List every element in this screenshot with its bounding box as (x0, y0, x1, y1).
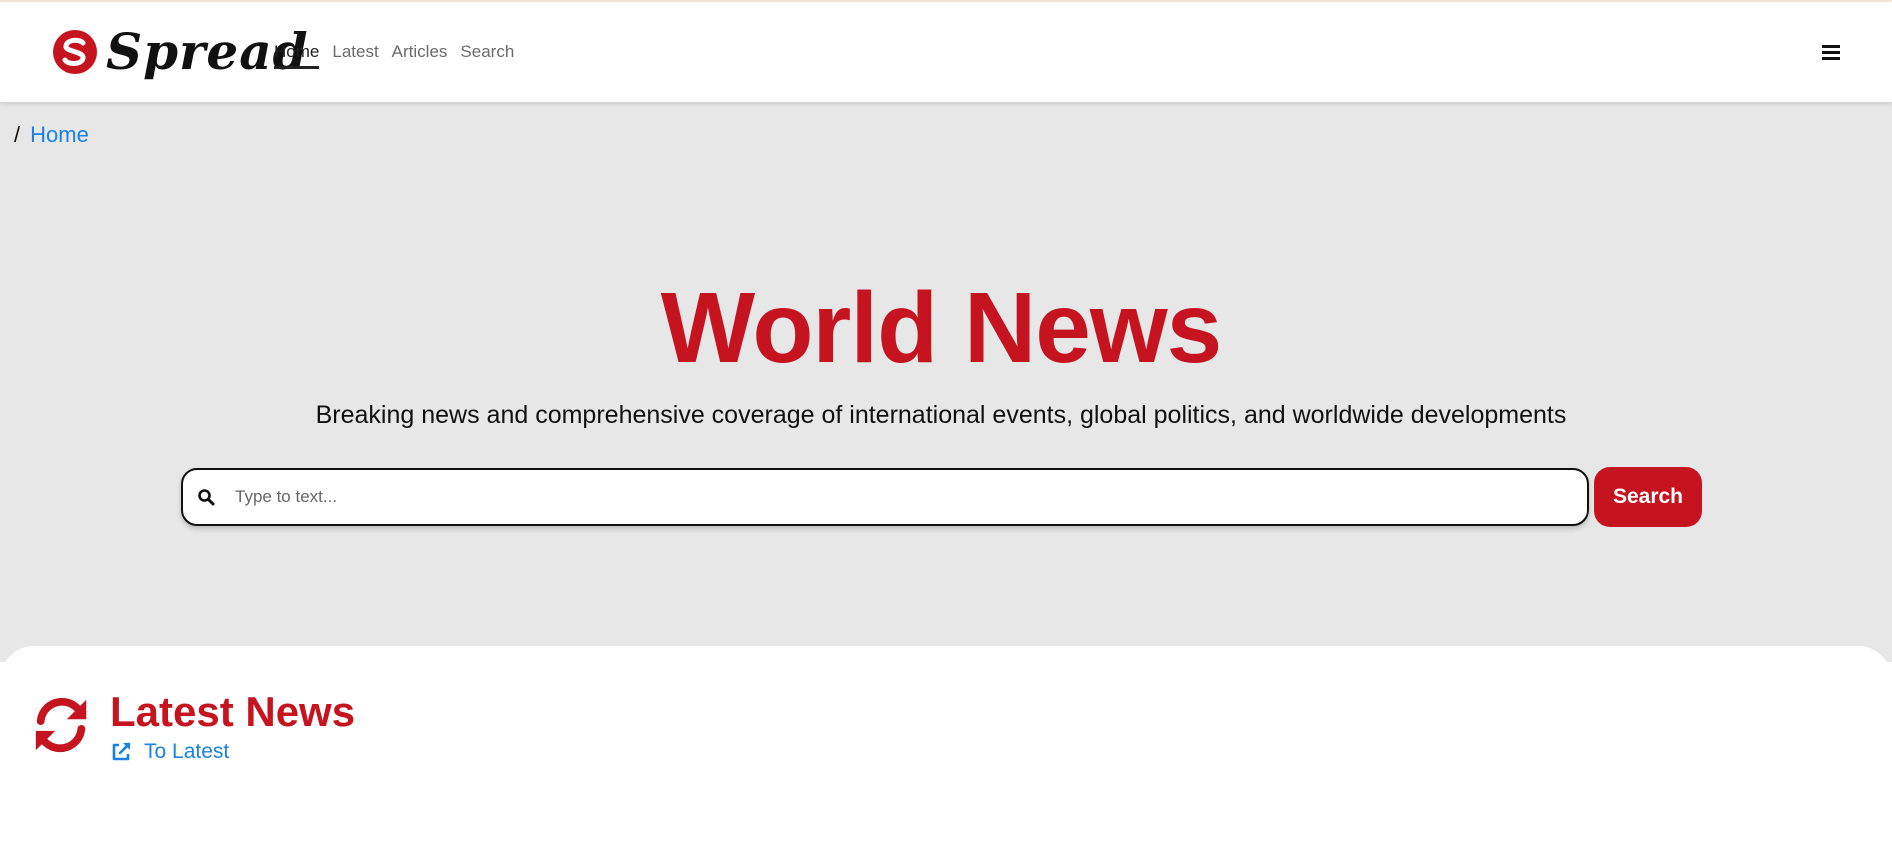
nav-item-articles[interactable]: Articles (392, 42, 448, 69)
to-latest-label: To Latest (144, 740, 230, 763)
nav-item-search[interactable]: Search (460, 42, 514, 69)
search-input[interactable] (233, 476, 1537, 518)
nav-item-latest[interactable]: Latest (332, 42, 378, 69)
page-title: World News (660, 272, 1222, 384)
refresh-icon (35, 697, 87, 753)
spread-logo-icon (53, 30, 97, 74)
hero-section: / Home World News Breaking news and comp… (0, 102, 1892, 662)
breadcrumb: / Home (14, 122, 89, 148)
to-latest-link[interactable]: To Latest (110, 740, 229, 764)
search-bar (181, 468, 1589, 526)
breadcrumb-item-home[interactable]: Home (30, 122, 89, 148)
hamburger-icon[interactable] (1821, 42, 1843, 62)
site-header: Spread Home Latest Articles Search (0, 2, 1892, 102)
latest-news-heading: Latest News (110, 688, 356, 735)
external-link-icon (112, 742, 131, 761)
search-button[interactable]: Search (1594, 467, 1702, 527)
main-nav: Home Latest Articles Search (274, 42, 527, 69)
logo[interactable]: Spread (52, 27, 309, 77)
search-icon (198, 489, 215, 506)
nav-item-home[interactable]: Home (274, 42, 320, 69)
latest-news-section: Latest News To Latest (0, 646, 1892, 862)
page-subtitle: Breaking news and comprehensive coverage… (315, 401, 1567, 429)
breadcrumb-separator: / (14, 122, 21, 147)
